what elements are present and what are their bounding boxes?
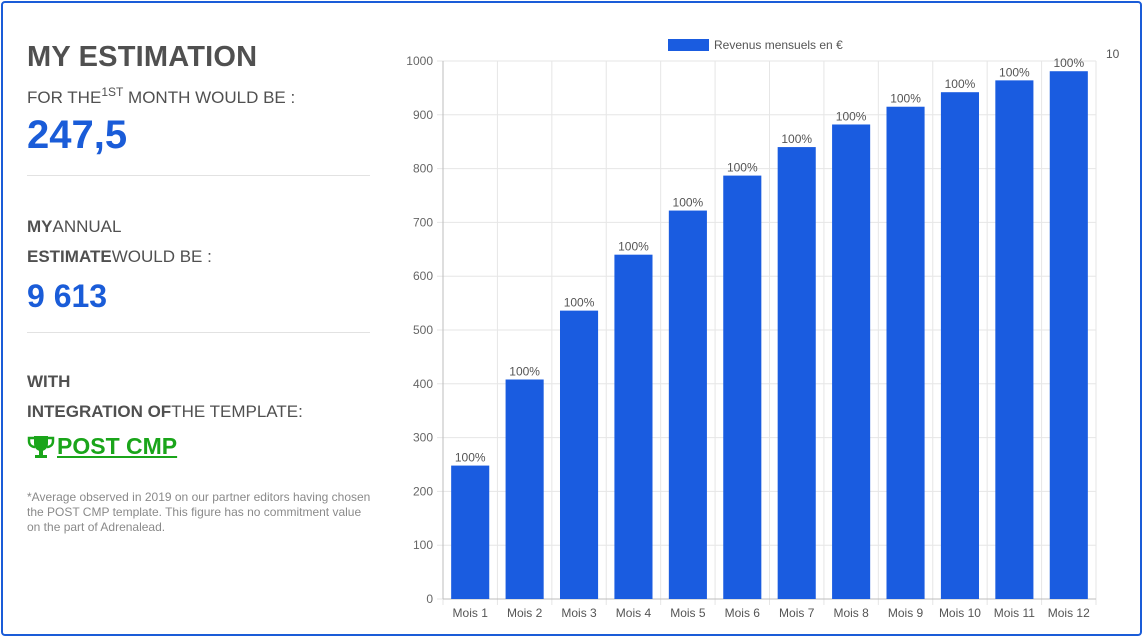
bar <box>451 465 490 599</box>
legend-swatch <box>668 39 709 51</box>
y-tick-label: 1000 <box>406 54 433 68</box>
bar <box>668 210 707 599</box>
annual-value: 9 613 <box>27 278 108 314</box>
y-tick-label: 200 <box>413 484 433 498</box>
bar <box>832 124 871 599</box>
integration-line-1: WITH <box>27 367 372 397</box>
integration-bold-2: INTEGRATION OF <box>27 402 172 421</box>
x-tick-label: Mois 5 <box>670 606 706 620</box>
bar <box>1049 71 1088 600</box>
divider <box>27 175 370 176</box>
y-tick-label: 900 <box>413 108 433 122</box>
page-title: MY ESTIMATION <box>27 41 258 73</box>
bar <box>723 175 762 599</box>
bar <box>559 310 599 599</box>
y-tick-label: 700 <box>413 215 433 229</box>
trophy-icon <box>27 435 55 458</box>
first-month-suffix: MONTH WOULD BE : <box>123 88 296 107</box>
x-tick-label: Mois 10 <box>939 606 981 620</box>
data-label: 100% <box>945 77 976 91</box>
estimation-card: MY ESTIMATION FOR THE1ST MONTH WOULD BE … <box>1 1 1142 636</box>
first-month-prefix: FOR THE <box>27 88 102 107</box>
bar <box>940 92 980 600</box>
annual-text-1: ANNUAL <box>52 217 122 236</box>
annual-line-2: ESTIMATEWOULD BE : <box>27 242 372 272</box>
legend-label: Revenus mensuels en € <box>714 38 843 52</box>
annual-bold-1: MY <box>27 217 53 236</box>
data-label: 100% <box>509 364 540 378</box>
x-tick-label: Mois 4 <box>616 606 652 620</box>
x-tick-label: Mois 1 <box>453 606 489 620</box>
integration-line-2: INTEGRATION OFTHE TEMPLATE: <box>27 397 372 427</box>
integration-text-2: THE TEMPLATE: <box>171 402 303 421</box>
disclaimer-note: *Average observed in 2019 on our partner… <box>27 490 371 534</box>
bar <box>777 147 816 599</box>
bar <box>614 254 653 599</box>
data-label: 100% <box>455 451 486 465</box>
monthly-revenue-chart: 0 100 200 300 400 500 600 700 800 900 1000 100% Mois… <box>398 31 1128 631</box>
divider <box>27 332 370 333</box>
bar <box>995 80 1034 600</box>
integration-block: WITH INTEGRATION OFTHE TEMPLATE: POST CM… <box>27 367 372 460</box>
data-label: 100% <box>999 65 1030 79</box>
x-tick-label: Mois 8 <box>833 606 869 620</box>
y-tick-label: 0 <box>426 592 433 606</box>
right-edge-label: 10 <box>1106 47 1120 61</box>
chart-svg: 0 100 200 300 400 500 600 700 800 900 1000 100% Mois… <box>406 38 1120 620</box>
data-label: 100% <box>781 132 812 146</box>
data-label: 100% <box>727 161 758 175</box>
first-month-label: FOR THE1ST MONTH WOULD BE : <box>27 81 372 109</box>
post-cmp-link[interactable]: POST CMP <box>57 433 177 460</box>
y-tick-label: 600 <box>413 269 433 283</box>
data-label: 100% <box>564 296 595 310</box>
annual-bold-2: ESTIMATE <box>27 247 112 266</box>
bar <box>505 379 544 599</box>
y-tick-label: 300 <box>413 431 433 445</box>
x-tick-label: Mois 7 <box>779 606 815 620</box>
bar <box>886 106 925 599</box>
x-tick-label: Mois 2 <box>507 606 543 620</box>
data-label: 100% <box>836 109 867 123</box>
first-month-ordinal: 1ST <box>101 85 124 99</box>
data-label: 100% <box>890 92 921 106</box>
x-tick-label: Mois 11 <box>994 606 1035 620</box>
annual-text-2: WOULD BE : <box>111 247 212 266</box>
integration-bold-1: WITH <box>27 372 71 391</box>
post-cmp-cta: POST CMP <box>27 433 372 460</box>
data-label: 100% <box>1053 56 1084 70</box>
x-tick-label: Mois 9 <box>888 606 924 620</box>
y-tick-label: 800 <box>413 162 433 176</box>
y-tick-label: 500 <box>413 323 433 337</box>
x-tick-label: Mois 12 <box>1048 606 1090 620</box>
x-tick-label: Mois 6 <box>725 606 761 620</box>
x-tick-label: Mois 3 <box>561 606 597 620</box>
annual-block: MYANNUAL ESTIMATEWOULD BE : 9 613 <box>27 212 372 316</box>
first-month-value: 247,5 <box>27 113 128 157</box>
data-label: 100% <box>673 196 704 210</box>
y-tick-label: 400 <box>413 377 433 391</box>
data-label: 100% <box>618 240 649 254</box>
annual-line-1: MYANNUAL <box>27 212 372 242</box>
estimation-panel: MY ESTIMATION FOR THE1ST MONTH WOULD BE … <box>27 39 372 535</box>
y-tick-label: 100 <box>413 538 433 552</box>
